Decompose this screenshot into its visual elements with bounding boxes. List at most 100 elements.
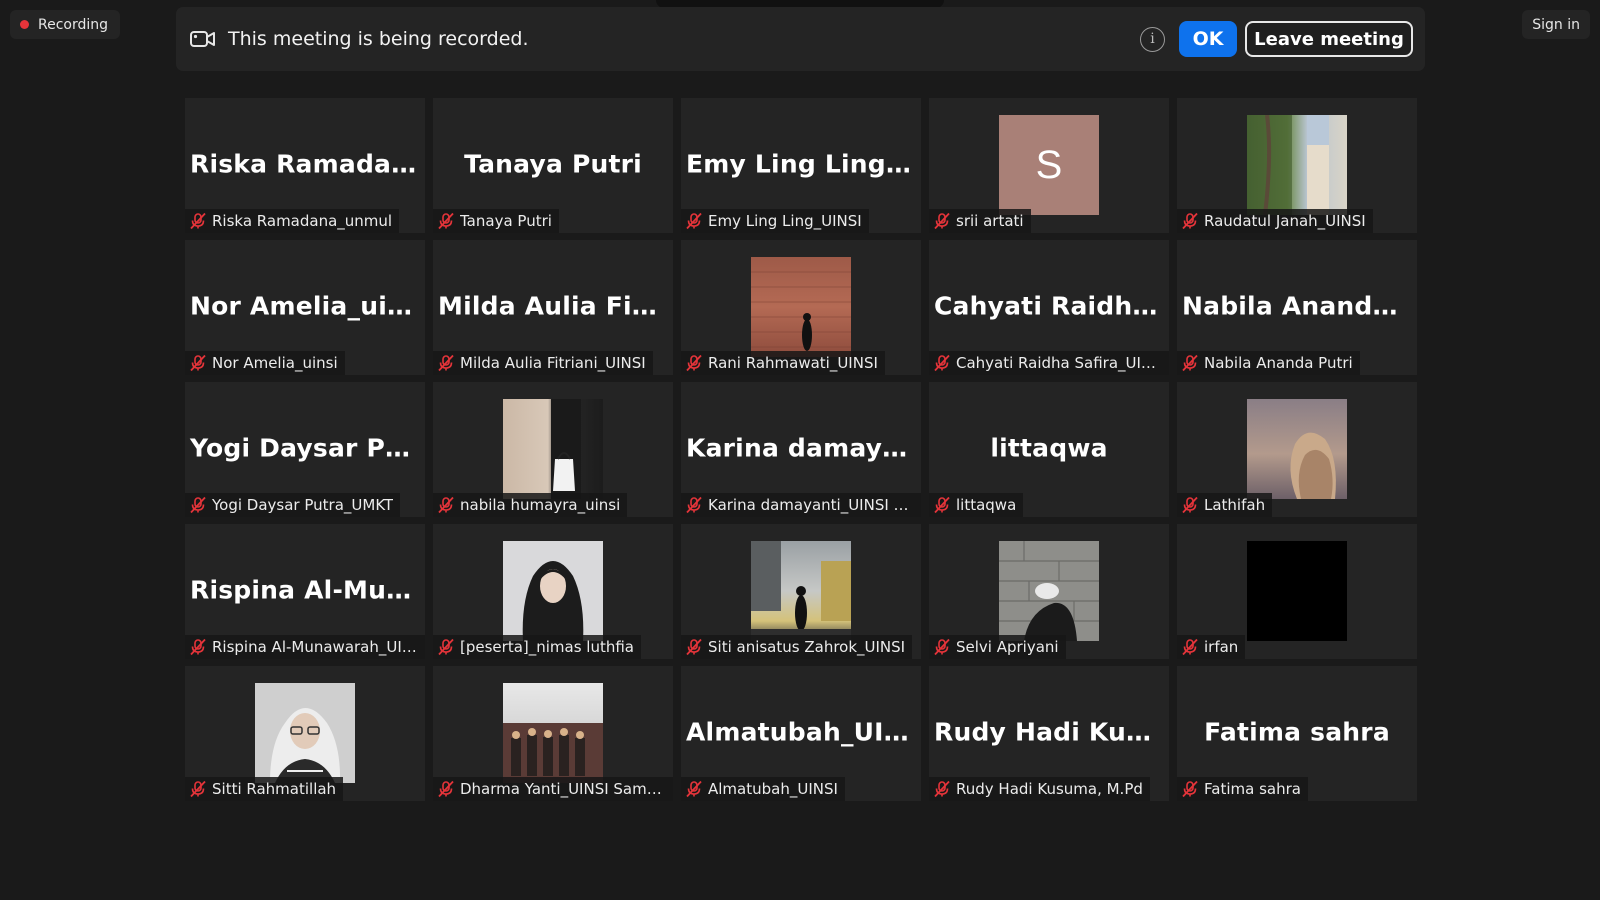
participant-name: Nor Amelia_uinsi [212, 354, 338, 372]
participant-name-label: Selvi Apriyani [929, 635, 1066, 659]
participant-avatar [1247, 115, 1347, 215]
participant-name-label: Rispina Al-Munawarah_UINSI [185, 635, 425, 659]
participant-tile[interactable]: Emy Ling Ling_... Emy Ling Ling_UINSI [681, 98, 921, 233]
muted-mic-icon [1182, 496, 1198, 514]
participant-tile[interactable]: Yogi Daysar Put... Yogi Daysar Putra_UMK… [185, 382, 425, 517]
participant-tile[interactable]: Tanaya Putri Tanaya Putri [433, 98, 673, 233]
participant-tile[interactable]: Fatima sahra Fatima sahra [1177, 666, 1417, 801]
muted-mic-icon [438, 496, 454, 514]
muted-mic-icon [686, 496, 702, 514]
recording-indicator[interactable]: Recording [10, 10, 121, 39]
participant-display-name: Cahyati Raidha... [934, 291, 1169, 321]
participant-display-name: Rudy Hadi Kusu... [934, 717, 1169, 747]
participant-name: Karina damayanti_UINSI Sa... [708, 496, 914, 514]
participant-tile[interactable]: S srii artati [929, 98, 1169, 233]
recording-dot-icon [20, 20, 29, 29]
participant-name: srii artati [956, 212, 1024, 230]
participant-name-label: Riska Ramadana_unmul [185, 209, 400, 233]
participant-name-label: Tanaya Putri [433, 209, 559, 233]
participant-name: Tanaya Putri [460, 212, 552, 230]
participant-name: Dharma Yanti_UINSI Samari... [460, 780, 666, 798]
participant-tile[interactable]: Riska Ramadan... Riska Ramadana_unmul [185, 98, 425, 233]
participant-display-name: Almatubah_UINSI [686, 717, 921, 747]
participant-tile[interactable]: [peserta]_nimas luthfia [433, 524, 673, 659]
participant-name-label: Almatubah_UINSI [681, 777, 845, 801]
participant-name: irfan [1204, 638, 1239, 656]
participant-display-name: littaqwa [990, 433, 1108, 463]
participant-tile[interactable]: Dharma Yanti_UINSI Samari... [433, 666, 673, 801]
muted-mic-icon [1182, 354, 1198, 372]
participant-name-label: Lathifah [1177, 493, 1273, 517]
participant-name-label: Milda Aulia Fitriani_UINSI [433, 351, 653, 375]
participant-name: Fatima sahra [1204, 780, 1301, 798]
participant-tile[interactable]: Milda Aulia Fitri... Milda Aulia Fitrian… [433, 240, 673, 375]
ok-button[interactable]: OK [1179, 21, 1237, 57]
participant-avatar [751, 541, 851, 641]
info-icon[interactable]: i [1140, 26, 1165, 52]
participant-name: Siti anisatus Zahrok_UINSI [708, 638, 906, 656]
participant-name-label: Siti anisatus Zahrok_UINSI [681, 635, 913, 659]
participant-display-name: Riska Ramadan... [190, 149, 425, 179]
participant-name: Selvi Apriyani [956, 638, 1059, 656]
muted-mic-icon [1182, 212, 1198, 230]
muted-mic-icon [190, 638, 206, 656]
participant-display-name: Nor Amelia_uinsi [190, 291, 425, 321]
participant-name-label: littaqwa [929, 493, 1024, 517]
sign-in-button[interactable]: Sign in [1522, 10, 1590, 39]
participant-tile[interactable]: Raudatul Janah_UINSI [1177, 98, 1417, 233]
participant-name: Nabila Ananda Putri [1204, 354, 1353, 372]
participant-name: Cahyati Raidha Safira_UINSI [956, 354, 1162, 372]
leave-meeting-button[interactable]: Leave meeting [1245, 21, 1413, 57]
participant-tile[interactable]: Rudy Hadi Kusu... Rudy Hadi Kusuma, M.Pd [929, 666, 1169, 801]
sign-in-label: Sign in [1532, 16, 1580, 33]
participant-name-label: Fatima sahra [1177, 777, 1308, 801]
participant-name-label: nabila humayra_uinsi [433, 493, 628, 517]
participant-name: Yogi Daysar Putra_UMKT [212, 496, 394, 514]
participant-tile[interactable]: littaqwa littaqwa [929, 382, 1169, 517]
participant-tile[interactable]: Almatubah_UINSI Almatubah_UINSI [681, 666, 921, 801]
participant-display-name: Fatima sahra [1204, 717, 1390, 747]
participant-tile[interactable]: Rani Rahmawati_UINSI [681, 240, 921, 375]
participant-tile[interactable]: nabila humayra_uinsi [433, 382, 673, 517]
muted-mic-icon [438, 212, 454, 230]
participant-name-label: Cahyati Raidha Safira_UINSI [929, 351, 1169, 375]
muted-mic-icon [1182, 780, 1198, 798]
muted-mic-icon [934, 354, 950, 372]
participant-name: [peserta]_nimas luthfia [460, 638, 635, 656]
muted-mic-icon [190, 780, 206, 798]
participant-avatar [503, 399, 603, 499]
participant-avatar [1247, 541, 1347, 641]
muted-mic-icon [934, 212, 950, 230]
participant-name-label: Nabila Ananda Putri [1177, 351, 1360, 375]
participant-name: Emy Ling Ling_UINSI [708, 212, 862, 230]
participant-display-name: Nabila Ananda... [1182, 291, 1417, 321]
participant-tile[interactable]: Lathifah [1177, 382, 1417, 517]
participant-tile[interactable]: Nor Amelia_uinsi Nor Amelia_uinsi [185, 240, 425, 375]
participant-display-name: Karina damaya... [686, 433, 921, 463]
participant-name: littaqwa [956, 496, 1017, 514]
muted-mic-icon [686, 212, 702, 230]
participant-name: Rani Rahmawati_UINSI [708, 354, 878, 372]
participant-avatar [751, 257, 851, 357]
participant-tile[interactable]: Cahyati Raidha... Cahyati Raidha Safira_… [929, 240, 1169, 375]
video-camera-icon [190, 29, 218, 49]
participant-display-name: Milda Aulia Fitri... [438, 291, 673, 321]
participant-tile[interactable]: Sitti Rahmatillah [185, 666, 425, 801]
participant-tile[interactable]: Karina damaya... Karina damayanti_UINSI … [681, 382, 921, 517]
participant-tile[interactable]: Selvi Apriyani [929, 524, 1169, 659]
participant-name-label: Rudy Hadi Kusuma, M.Pd [929, 777, 1150, 801]
participant-tile[interactable]: Nabila Ananda... Nabila Ananda Putri [1177, 240, 1417, 375]
participant-name: Lathifah [1204, 496, 1266, 514]
participant-tile[interactable]: Siti anisatus Zahrok_UINSI [681, 524, 921, 659]
recording-notice-banner: This meeting is being recorded. i OK Lea… [176, 7, 1425, 71]
participant-name: Milda Aulia Fitriani_UINSI [460, 354, 646, 372]
participant-name: Rispina Al-Munawarah_UINSI [212, 638, 418, 656]
participant-tile[interactable]: irfan [1177, 524, 1417, 659]
muted-mic-icon [190, 354, 206, 372]
muted-mic-icon [1182, 638, 1198, 656]
recording-notice-message: This meeting is being recorded. [228, 28, 529, 50]
participant-name: Almatubah_UINSI [708, 780, 838, 798]
participant-name-label: Emy Ling Ling_UINSI [681, 209, 869, 233]
participant-tile[interactable]: Rispina Al-Mun... Rispina Al-Munawarah_U… [185, 524, 425, 659]
participant-avatar [255, 683, 355, 783]
